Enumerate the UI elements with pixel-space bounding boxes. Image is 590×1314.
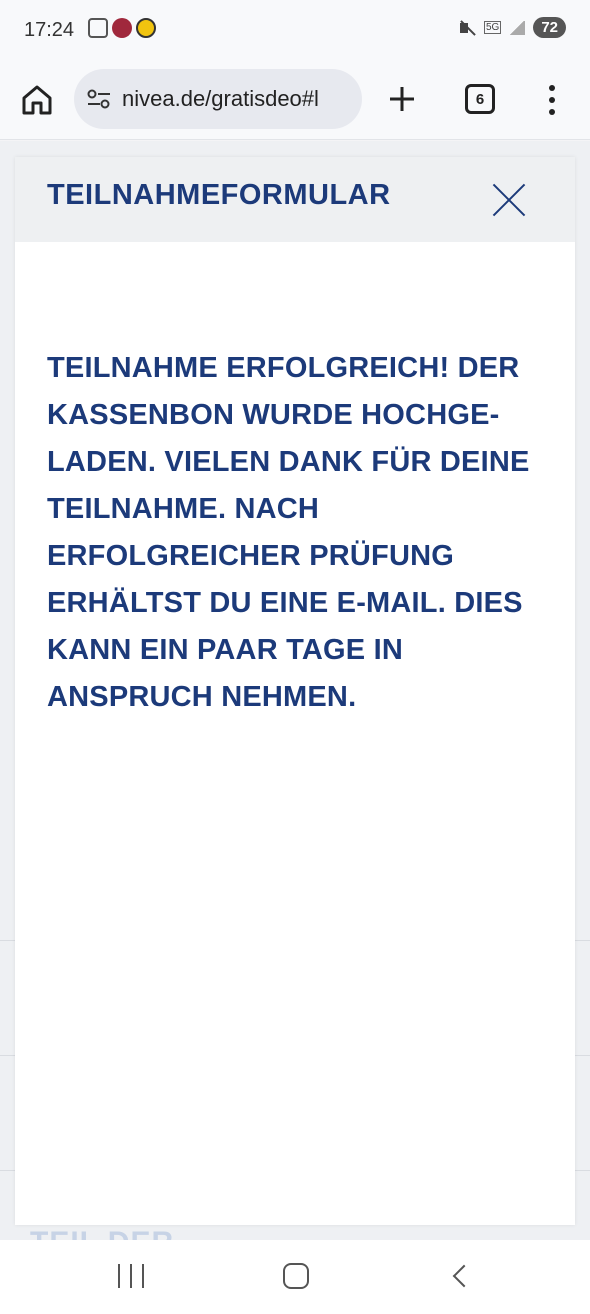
recent-apps-button[interactable] [118,1264,144,1288]
system-navigation-bar [0,1240,590,1314]
recents-icon [130,1264,132,1288]
menu-dot [549,97,555,103]
address-bar[interactable]: nivea.de/gratisdeo#l [74,69,362,129]
mute-icon [458,19,476,37]
avatar-notification-icon [136,18,156,38]
screenshot-icon [88,18,108,38]
app-notification-icon [112,18,132,38]
home-icon [22,85,52,115]
close-button[interactable] [491,182,527,218]
mobile-data-icon: 5G [483,21,502,34]
tab-count: 6 [475,90,485,108]
signal-icon [509,20,526,35]
success-message: TEILNAHME ERFOLGREICH! DER KASSENBON WUR… [47,352,530,713]
participation-form-modal: TEILNAHMEFORMULAR TEILNAHME ERFOLGREICH!… [15,157,575,1225]
menu-dot [549,109,555,115]
status-system-icons: 5G 72 [458,17,566,38]
menu-dot [549,85,555,91]
browser-toolbar: nivea.de/gratisdeo#l 6 [0,60,590,140]
home-button[interactable] [20,84,54,116]
new-tab-button[interactable] [386,83,418,115]
browser-menu-button[interactable] [540,82,564,118]
modal-header: TEILNAHMEFORMULAR [15,157,575,242]
tab-switcher-button[interactable]: 6 [465,84,495,114]
recents-icon [118,1264,120,1288]
status-notification-icons [88,18,156,38]
modal-title: TEILNAHMEFORMULAR [47,179,391,211]
system-home-button[interactable] [283,1263,309,1289]
site-settings-icon[interactable] [86,88,112,110]
status-time: 17:24 [24,19,75,41]
battery-indicator: 72 [533,17,566,38]
url-text[interactable]: nivea.de/gratisdeo#l [122,86,319,112]
status-bar: 17:24 5G 72 [0,0,590,60]
back-button[interactable] [452,1264,468,1288]
recents-icon [142,1264,144,1288]
